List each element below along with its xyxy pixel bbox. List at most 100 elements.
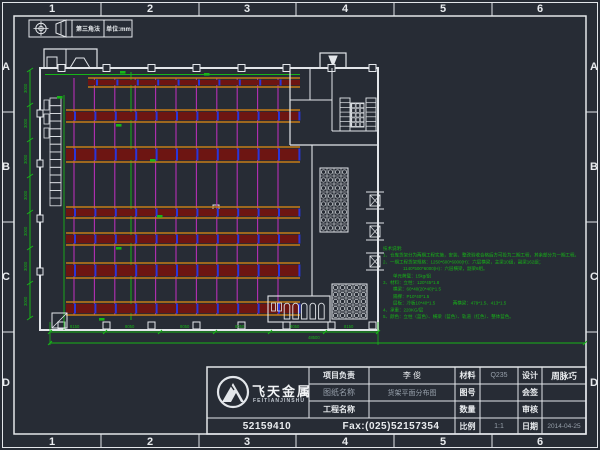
equipment-block (360, 109, 363, 113)
pallet-grid-block (328, 186, 332, 190)
note-line: 3、材料：立柱：120*45*1.8 (383, 279, 579, 286)
note-line: 2、一期工程货架规格：1250*600*6000(H)：六层横梁，主梁10组，副… (383, 259, 579, 266)
grid-ref-right: B (584, 161, 600, 173)
grid-ref-bottom: 4 (333, 436, 357, 448)
left-rack-strip (50, 190, 61, 198)
grid-ref-bottom: 1 (40, 436, 64, 448)
pallet-grid-block (354, 313, 358, 317)
pallet-grid-block (328, 218, 332, 222)
grid-ref-top: 2 (138, 3, 162, 15)
pallet-grid-block (354, 299, 358, 303)
column-marker (238, 65, 245, 72)
pallet-grid-block (321, 170, 325, 174)
equipment-block (352, 109, 355, 113)
tb-designer-value: 周脉巧 (542, 367, 586, 384)
equipment-block (356, 123, 359, 127)
left-rack-strip (50, 121, 61, 129)
tb-project-name-label: 工程名称 (309, 401, 369, 418)
rack-row-band (66, 265, 300, 276)
left-rack-strip (50, 160, 61, 168)
tank-cylinder (301, 303, 307, 319)
pallet-grid-block (321, 202, 325, 206)
pallet-grid-block (328, 170, 332, 174)
note-line: 1、仓库货架分为两期工程实施，安装、整改验收合格后方可投为二期工程，其余部分为一… (383, 252, 579, 259)
left-rack-strip (50, 198, 61, 206)
column-marker (369, 65, 376, 72)
grid-ref-right: D (584, 377, 600, 389)
grid-ref-bottom: 2 (138, 436, 162, 448)
grid-ref-bottom: 3 (235, 436, 259, 448)
note-line: 隔撑：P10*40*1.5 (383, 293, 579, 300)
equipment-block (352, 113, 355, 117)
tb-project-lead-label: 项目负责 (309, 367, 369, 384)
tank-cylinder (319, 303, 325, 319)
equipment-block (356, 109, 359, 113)
pallet-grid-block (347, 313, 351, 317)
pallet-grid-block (361, 292, 365, 296)
pallet-grid-block (361, 313, 365, 317)
pallet-grid-block (340, 306, 344, 310)
left-wall-cabinet (44, 128, 49, 138)
company-name-en: FEITIANJINSHU (253, 398, 305, 404)
grid-ref-right: A (584, 61, 600, 73)
pallet-grid-block (321, 218, 325, 222)
pallet-grid-block (347, 306, 351, 310)
left-rack-strip (50, 183, 61, 191)
rack-row-band (66, 112, 300, 120)
pallet-grid-block (342, 226, 346, 230)
pallet-grid-block (342, 202, 346, 206)
dimension-label: 3000 (24, 84, 28, 93)
note-line: 4、承重：220KG/层 (383, 307, 579, 314)
grid-ref-left: C (0, 271, 16, 283)
pallet-grid-block (335, 210, 339, 214)
cad-drawing-screenshot: 第三角法 单位:mm 技术说明:1、仓库货架分为两期工程实施，安装、整改验收合格… (0, 0, 600, 450)
left-rack-strip (50, 129, 61, 137)
tb-countersign-value (542, 384, 586, 401)
note-line: 技术说明: (383, 245, 579, 252)
pallet-grid-block (321, 178, 325, 182)
pallet-grid-block (335, 186, 339, 190)
pallet-grid-block (354, 285, 358, 289)
rack-row-band (66, 304, 300, 313)
pallet-grid-block (328, 210, 332, 214)
column-marker (369, 322, 376, 329)
tb-drawing-name-value: 货架平面分布图 (369, 384, 455, 401)
pallet-grid-block (347, 285, 351, 289)
column-marker (58, 65, 65, 72)
tb-date-value: 2014-04-25 (542, 418, 586, 434)
pallet-grid-block (354, 292, 358, 296)
pallet-grid-block (347, 292, 351, 296)
green-marker (150, 159, 156, 162)
green-marker (116, 124, 122, 127)
dimension-label: 8050 (235, 325, 244, 329)
rack-row-band (88, 80, 300, 85)
projection-method-label: 第三角法 (72, 20, 104, 37)
column-marker (37, 268, 43, 275)
pallet-grid-block (328, 226, 332, 230)
left-rack-strip (50, 113, 61, 121)
tb-fax: Fax:(025)52157354 (327, 418, 455, 434)
grid-ref-top: 1 (40, 3, 64, 15)
pallet-grid-block (333, 306, 337, 310)
pallet-grid-block (328, 178, 332, 182)
pallet-grid-block (328, 202, 332, 206)
green-marker (157, 215, 163, 218)
note-line: 层板：冷板10*40*1.5 两横梁：479*1.5、413*1.5 (383, 300, 579, 307)
pallet-grid-block (340, 285, 344, 289)
dimension-label: 8150 (70, 325, 79, 329)
column-marker (148, 65, 155, 72)
tb-reviewer-value (542, 401, 586, 418)
pallet-grid-block (342, 218, 346, 222)
equipment-block (351, 103, 364, 127)
gatehouse (44, 49, 97, 68)
tb-drawing-no-value (480, 384, 518, 401)
pallet-grid-block (335, 202, 339, 206)
dimension-label: 3000 (24, 155, 28, 164)
grid-ref-left: A (0, 61, 16, 73)
tb-material-value: Q235 (480, 367, 518, 384)
tb-project-name-value (369, 401, 455, 418)
left-rack-strip (50, 167, 61, 175)
dimension-label: 3000 (24, 119, 28, 128)
equipment-block (356, 113, 359, 117)
pallet-grid-block (328, 194, 332, 198)
